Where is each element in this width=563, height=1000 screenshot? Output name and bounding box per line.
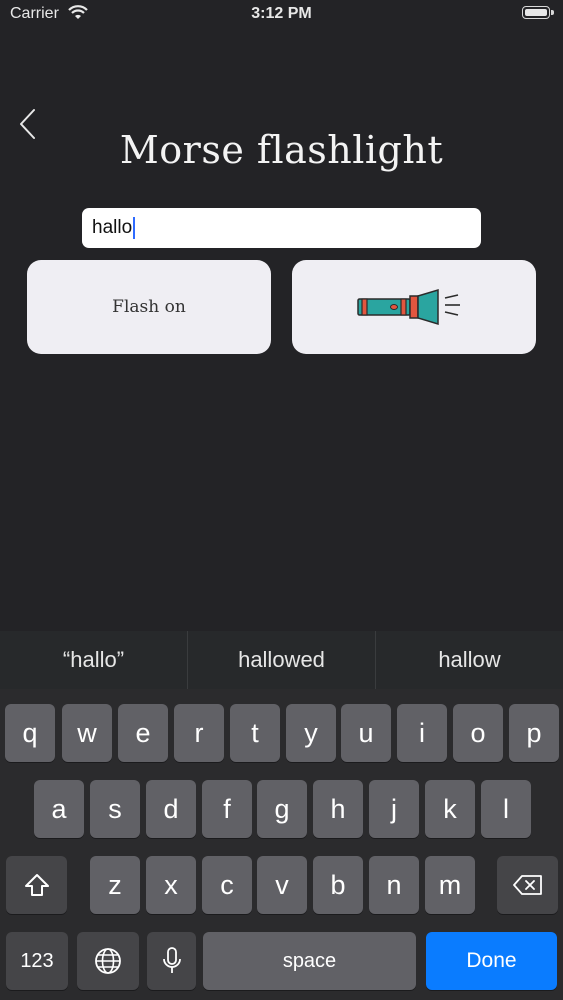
key-p[interactable]: p — [509, 704, 559, 762]
numbers-key[interactable]: 123 — [6, 932, 68, 990]
suggestion-item[interactable]: “hallo” — [0, 631, 187, 689]
key-y[interactable]: y — [286, 704, 336, 762]
key-z[interactable]: z — [90, 856, 140, 914]
clock: 3:12 PM — [251, 5, 312, 22]
key-n[interactable]: n — [369, 856, 419, 914]
space-key[interactable]: space — [203, 932, 416, 990]
key-g[interactable]: g — [257, 780, 307, 838]
key-d[interactable]: d — [146, 780, 196, 838]
key-m[interactable]: m — [425, 856, 475, 914]
key-q[interactable]: q — [5, 704, 55, 762]
input-value: hallo — [92, 217, 133, 238]
backspace-icon — [512, 875, 542, 895]
key-o[interactable]: o — [453, 704, 503, 762]
flashlight-toggle-button[interactable] — [292, 260, 536, 354]
key-x[interactable]: x — [146, 856, 196, 914]
flashlight-icon — [357, 288, 460, 326]
dictation-key[interactable] — [147, 932, 196, 990]
key-l[interactable]: l — [481, 780, 531, 838]
globe-key[interactable] — [77, 932, 139, 990]
shift-key[interactable] — [6, 856, 67, 914]
key-c[interactable]: c — [202, 856, 252, 914]
text-caret — [133, 217, 136, 239]
flash-on-label: Flash on — [112, 297, 186, 317]
key-a[interactable]: a — [34, 780, 84, 838]
globe-icon — [95, 948, 121, 974]
predictive-bar: “hallo” hallowed hallow — [0, 631, 563, 689]
key-v[interactable]: v — [257, 856, 307, 914]
status-bar: Carrier 3:12 PM — [0, 0, 563, 30]
key-t[interactable]: t — [230, 704, 280, 762]
morse-text-input[interactable]: hallo — [82, 208, 481, 248]
microphone-icon — [162, 947, 181, 973]
key-j[interactable]: j — [369, 780, 419, 838]
key-b[interactable]: b — [313, 856, 363, 914]
battery-icon — [522, 6, 554, 19]
key-h[interactable]: h — [313, 780, 363, 838]
key-s[interactable]: s — [90, 780, 140, 838]
key-f[interactable]: f — [202, 780, 252, 838]
suggestion-item[interactable]: hallow — [376, 631, 563, 689]
delete-key[interactable] — [497, 856, 558, 914]
key-r[interactable]: r — [174, 704, 224, 762]
key-i[interactable]: i — [397, 704, 447, 762]
done-key[interactable]: Done — [426, 932, 557, 990]
suggestion-item[interactable]: hallowed — [188, 631, 375, 689]
key-e[interactable]: e — [118, 704, 168, 762]
key-u[interactable]: u — [341, 704, 391, 762]
keyboard: q w e r t y u i o p a s d f g h j k l z … — [0, 689, 563, 1000]
page-title: Morse flashlight — [119, 128, 444, 172]
key-k[interactable]: k — [425, 780, 475, 838]
flash-on-button[interactable]: Flash on — [27, 260, 271, 354]
shift-icon — [24, 874, 49, 896]
key-w[interactable]: w — [62, 704, 112, 762]
